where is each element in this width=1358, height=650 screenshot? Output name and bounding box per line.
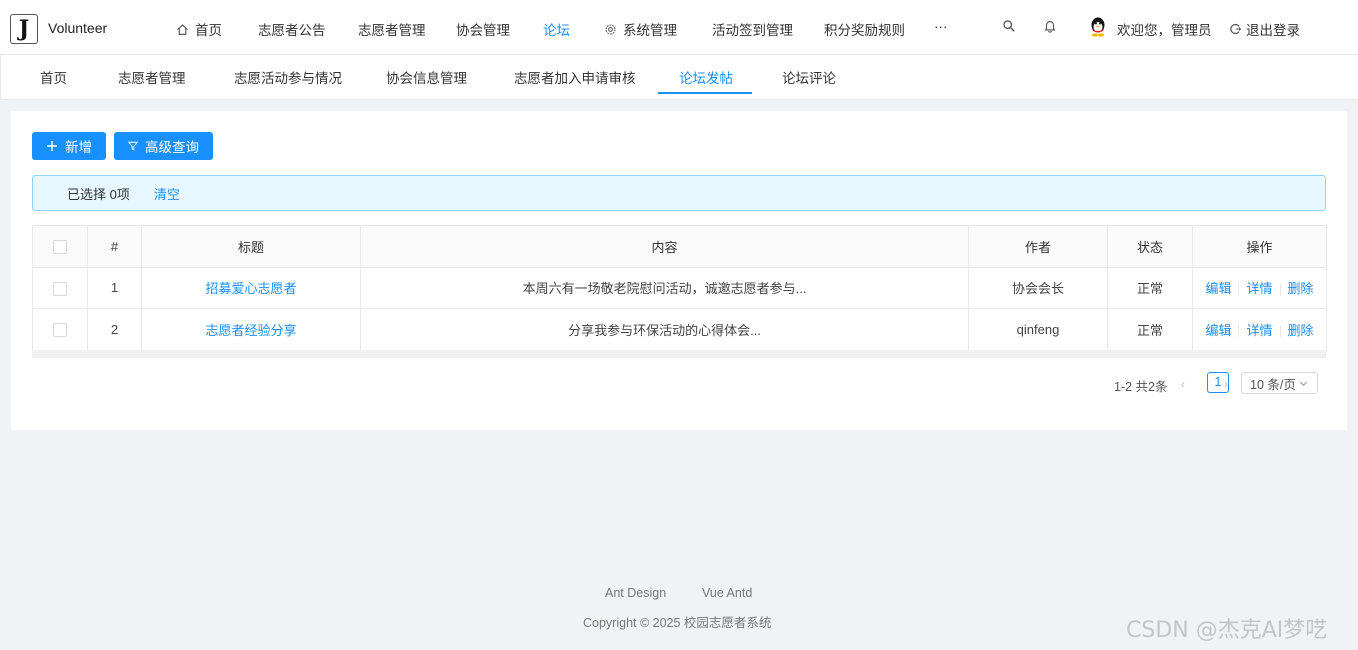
filter-icon [128, 141, 138, 151]
next-page-icon[interactable]: › [1224, 377, 1228, 391]
search-icon[interactable] [1002, 19, 1016, 33]
topnav-more[interactable]: ··· [934, 19, 948, 34]
row-checkbox[interactable] [53, 323, 67, 338]
selection-alert: 已选择 0项 清空 [32, 175, 1326, 211]
tab-association-info[interactable]: 协会信息管理 [386, 67, 467, 87]
content-card: 新增 高级查询 已选择 0项 清空 # 标题 内容 作者 状态 操作 1 招募爱… [11, 111, 1347, 430]
edit-link[interactable]: 编辑 [1205, 281, 1231, 296]
select-all-cell[interactable] [32, 225, 88, 268]
bell-icon[interactable] [1043, 19, 1057, 33]
table-row: 2 志愿者经验分享 分享我参与环保活动的心得体会... qinfeng 正常 编… [32, 308, 1327, 351]
footer-link-ant-design[interactable]: Ant Design [605, 586, 666, 600]
edit-link[interactable]: 编辑 [1205, 323, 1231, 338]
add-button-label: 新增 [65, 140, 92, 155]
action-divider [1279, 283, 1281, 296]
add-button[interactable]: 新增 [32, 132, 106, 160]
column-header-title: 标题 [141, 225, 361, 268]
copyright-text: Copyright © 2025 校园志愿者系统 [583, 616, 772, 630]
row-checkbox[interactable] [53, 281, 67, 296]
logout-label: 退出登录 [1246, 23, 1300, 38]
row-title-link[interactable]: 志愿者经验分享 [141, 308, 361, 351]
row-content: 本周六有一场敬老院慰问活动，诚邀志愿者参与... [360, 266, 969, 309]
tab-join-application-review[interactable]: 志愿者加入申请审核 [514, 67, 636, 87]
column-header-content: 内容 [360, 225, 969, 268]
topnav-home[interactable]: 首页 [176, 19, 222, 39]
row-status: 正常 [1107, 308, 1193, 351]
topnav-system-management[interactable]: 系统管理 [604, 19, 677, 39]
page-tabs: 首页 志愿者管理 志愿活动参与情况 协会信息管理 志愿者加入申请审核 论坛发帖 … [0, 54, 1358, 100]
tab-volunteer-management[interactable]: 志愿者管理 [118, 67, 186, 87]
footer-link-vue-antd[interactable]: Vue Antd [702, 586, 752, 600]
page-size-select[interactable]: 10 条/页 [1241, 372, 1318, 394]
tab-activity-participation[interactable]: 志愿活动参与情况 [234, 67, 342, 87]
row-actions: 编辑 详情 删除 [1192, 308, 1327, 351]
detail-link[interactable]: 详情 [1246, 281, 1272, 296]
tab-forum-posts[interactable]: 论坛发帖 [679, 67, 733, 87]
row-index: 1 [87, 266, 142, 309]
app-logo[interactable]: J [10, 14, 38, 44]
row-checkbox-cell[interactable] [32, 308, 88, 351]
row-title-link[interactable]: 招募爱心志愿者 [141, 266, 361, 309]
chevron-down-icon [1299, 381, 1307, 386]
tabs-left-border [0, 55, 1, 99]
delete-link[interactable]: 删除 [1288, 323, 1314, 338]
row-actions: 编辑 详情 删除 [1192, 266, 1327, 309]
topnav-system-label: 系统管理 [623, 23, 677, 38]
table-header-row: # 标题 内容 作者 状态 操作 [32, 225, 1327, 268]
horizontal-scrollbar[interactable] [32, 350, 1326, 358]
avatar[interactable] [1087, 16, 1109, 38]
row-index: 2 [87, 308, 142, 351]
prev-page-icon[interactable]: ‹ [1181, 377, 1185, 391]
welcome-text: 欢迎您，管理员 [1117, 23, 1212, 38]
forum-posts-table: # 标题 内容 作者 状态 操作 1 招募爱心志愿者 本周六有一场敬老院慰问活动… [32, 225, 1327, 351]
row-content: 分享我参与环保活动的心得体会... [360, 308, 969, 351]
selection-count: 已选择 0项 [67, 186, 130, 202]
plus-icon [47, 141, 57, 151]
topnav-announcements[interactable]: 志愿者公告 [258, 19, 326, 39]
topnav-forum[interactable]: 论坛 [543, 19, 570, 39]
home-icon [177, 23, 188, 35]
tab-home[interactable]: 首页 [40, 67, 67, 87]
clear-selection-link[interactable]: 清空 [154, 184, 180, 203]
row-author: qinfeng [968, 308, 1108, 351]
topnav-association-management[interactable]: 协会管理 [456, 19, 510, 39]
logout-button[interactable]: 退出登录 [1230, 19, 1300, 39]
table-row: 1 招募爱心志愿者 本周六有一场敬老院慰问活动，诚邀志愿者参与... 协会会长 … [32, 266, 1327, 309]
topnav-home-label: 首页 [195, 23, 222, 38]
column-header-actions: 操作 [1192, 225, 1327, 268]
app-name: Volunteer [48, 20, 108, 36]
logout-icon [1230, 23, 1242, 35]
top-header: J Volunteer 首页 志愿者公告 志愿者管理 协会管理 论坛 系统管理 … [0, 0, 1358, 54]
delete-link[interactable]: 删除 [1288, 281, 1314, 296]
watermark: CSDN @杰克AI梦呓 [1126, 618, 1328, 643]
pagination-total: 1-2 共2条 [1114, 380, 1168, 394]
column-header-author: 作者 [968, 225, 1108, 268]
detail-link[interactable]: 详情 [1246, 323, 1272, 338]
row-author: 协会会长 [968, 266, 1108, 309]
gear-icon [605, 24, 616, 34]
column-header-index: # [87, 225, 142, 268]
topnav-points-rules[interactable]: 积分奖励规则 [824, 19, 905, 39]
tab-forum-comments[interactable]: 论坛评论 [782, 67, 836, 87]
page-size-value: 10 条/页 [1250, 377, 1296, 392]
topnav-volunteer-management[interactable]: 志愿者管理 [358, 19, 426, 39]
action-divider [1238, 325, 1240, 338]
action-divider [1279, 325, 1281, 338]
row-status: 正常 [1107, 266, 1193, 309]
active-tab-indicator [658, 92, 752, 94]
action-divider [1238, 283, 1240, 296]
advanced-query-button[interactable]: 高级查询 [114, 132, 213, 160]
select-all-checkbox[interactable] [53, 240, 67, 255]
row-checkbox-cell[interactable] [32, 266, 88, 309]
topnav-checkin-management[interactable]: 活动签到管理 [712, 19, 793, 39]
column-header-status: 状态 [1107, 225, 1193, 268]
advanced-query-label: 高级查询 [145, 140, 199, 155]
